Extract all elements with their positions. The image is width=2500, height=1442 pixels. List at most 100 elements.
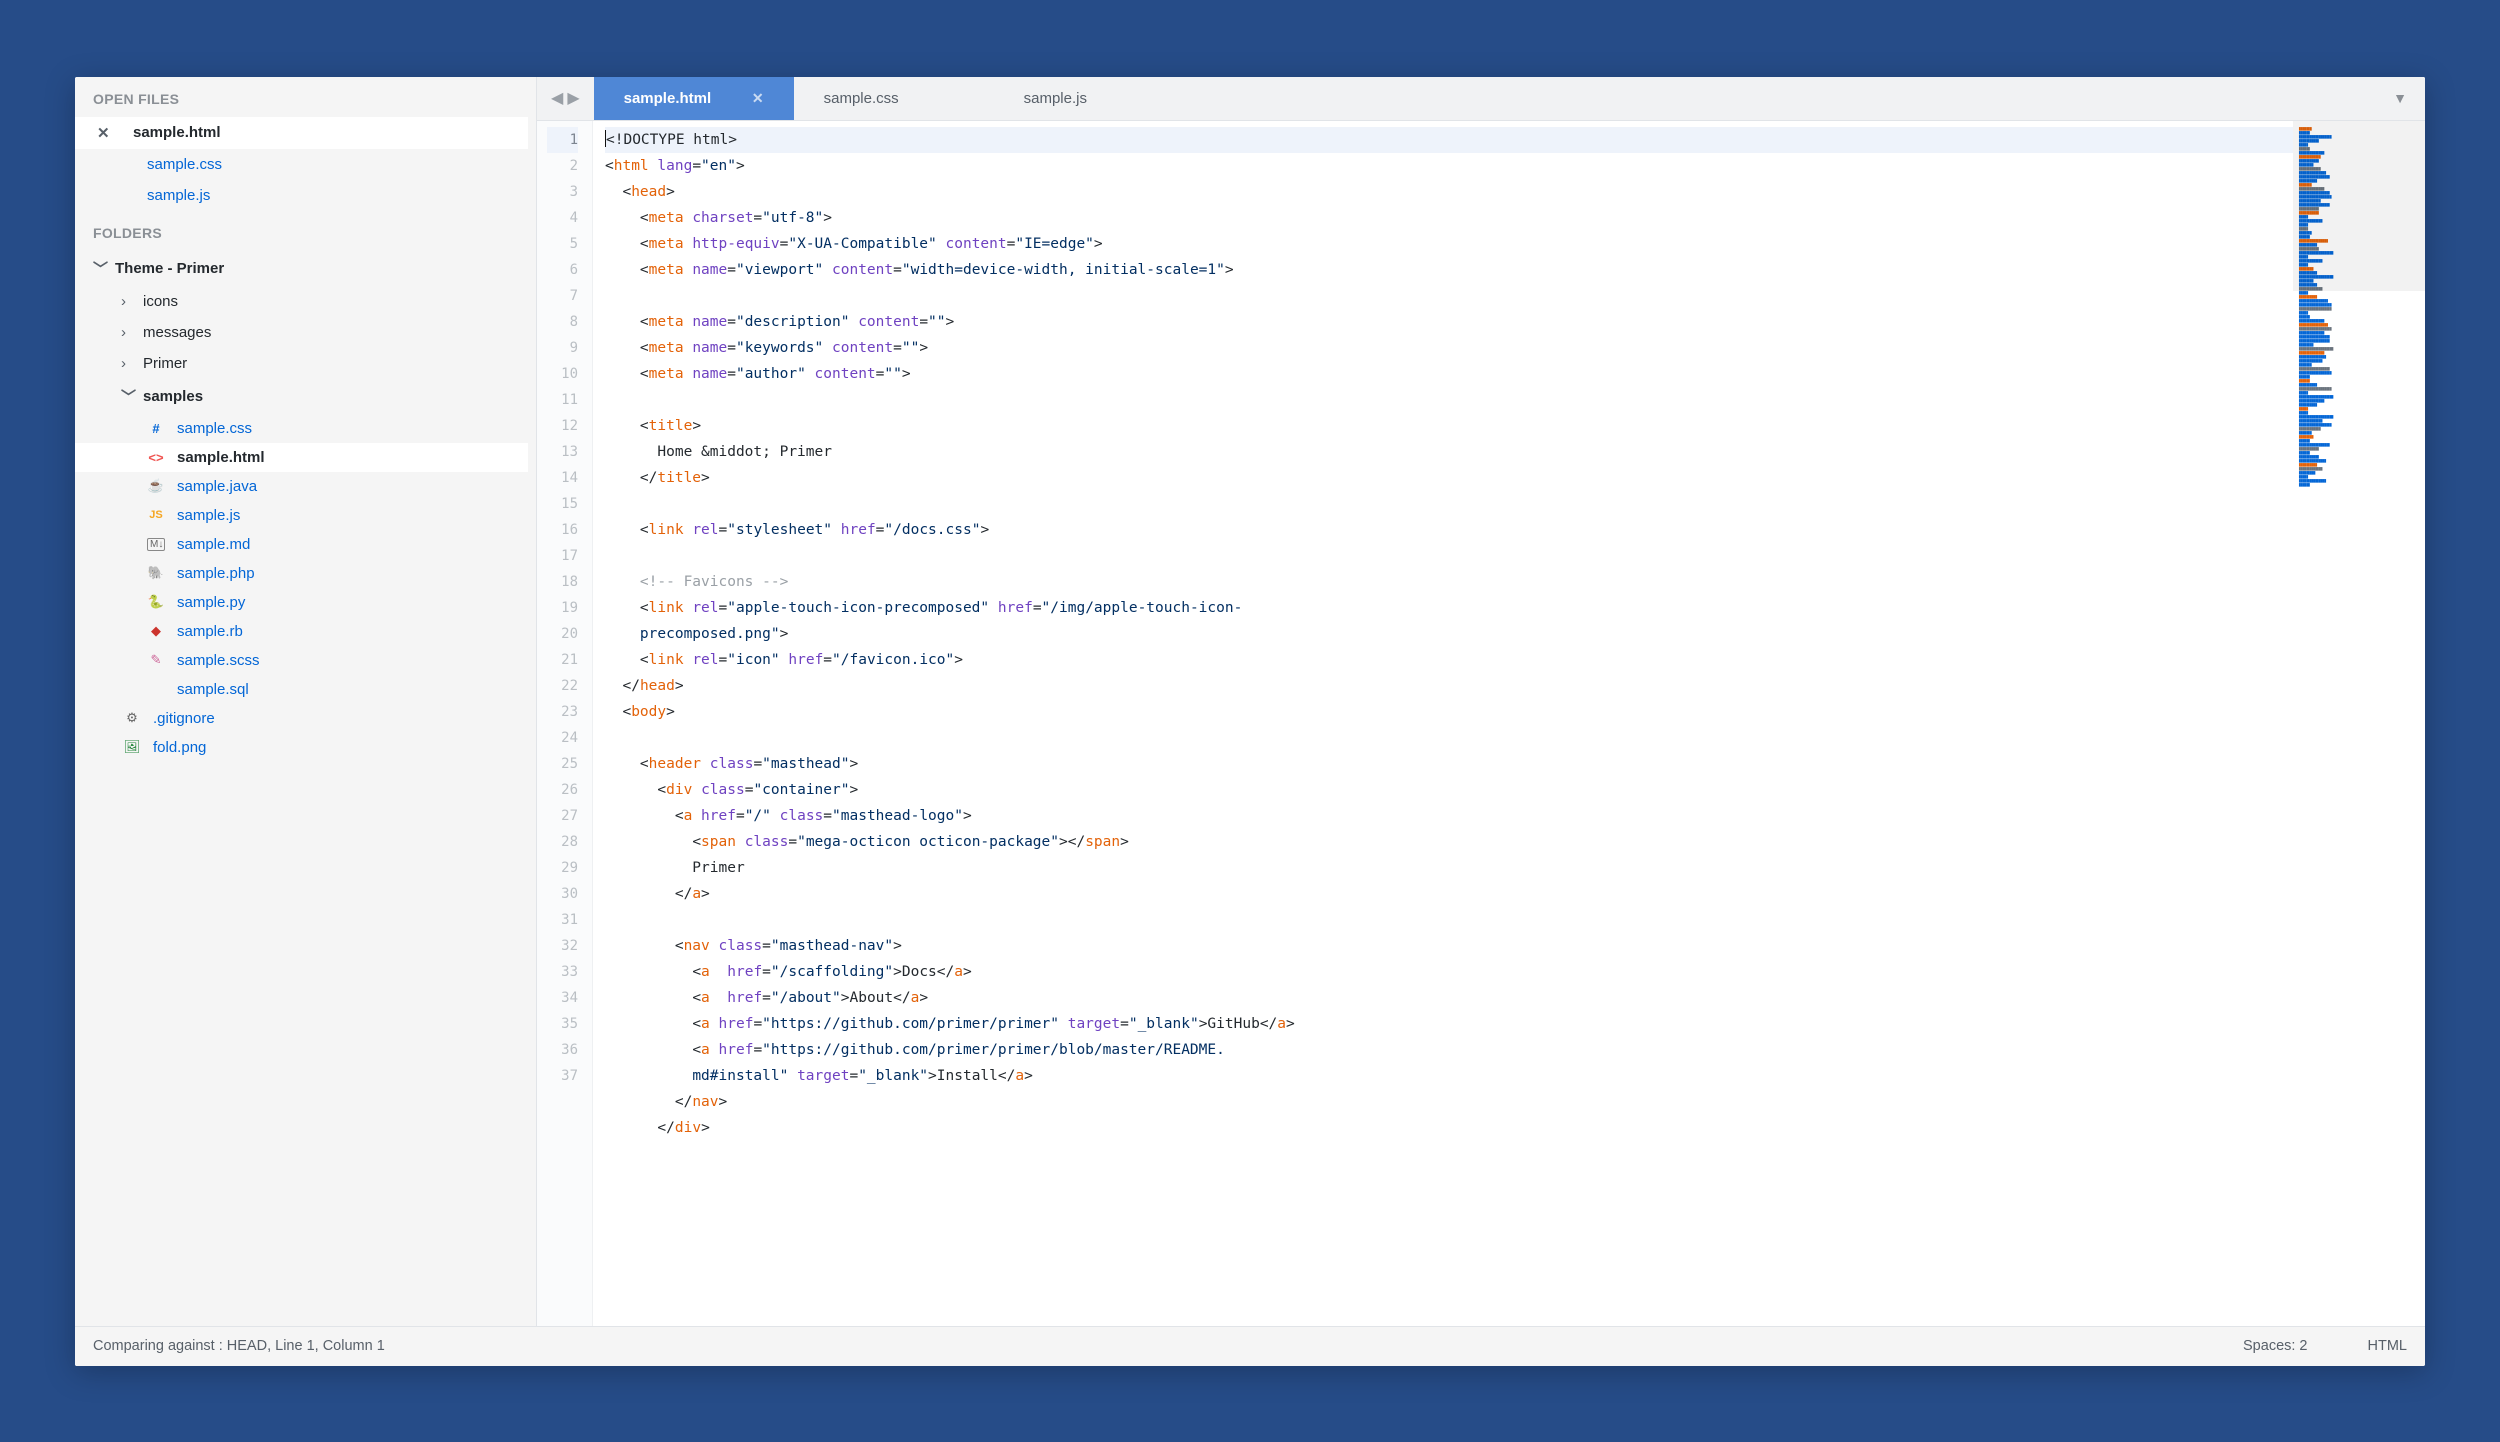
- tab-nav-arrows: ◀ ▶: [537, 88, 594, 108]
- file-item[interactable]: ☕sample.java: [75, 472, 528, 501]
- code-line[interactable]: md#install" target="_blank">Install</a>: [605, 1063, 2413, 1089]
- code-line[interactable]: [605, 387, 2413, 413]
- code-line[interactable]: <nav class="masthead-nav">: [605, 933, 2413, 959]
- file-item[interactable]: ⚙.gitignore: [75, 704, 528, 733]
- code-line[interactable]: Home &middot; Primer: [605, 439, 2413, 465]
- minimap-viewport[interactable]: [2293, 121, 2425, 291]
- folder-label: icons: [143, 293, 178, 310]
- file-item[interactable]: sample.sql: [75, 675, 528, 704]
- status-left[interactable]: Comparing against : HEAD, Line 1, Column…: [93, 1338, 385, 1354]
- md-file-icon: M↓: [147, 538, 165, 551]
- tab-bar: ◀ ▶ sample.html ✕ sample.css sample.js ▼: [537, 77, 2425, 121]
- code-line[interactable]: <link rel="apple-touch-icon-precomposed"…: [605, 595, 2413, 621]
- code-line[interactable]: <a href="https://github.com/primer/prime…: [605, 1011, 2413, 1037]
- code-line[interactable]: </a>: [605, 881, 2413, 907]
- code-line[interactable]: <a href="/" class="masthead-logo">: [605, 803, 2413, 829]
- close-icon[interactable]: ✕: [752, 90, 764, 107]
- editor-tab[interactable]: sample.js: [994, 77, 1194, 120]
- code-line[interactable]: <!-- Favicons -->: [605, 569, 2413, 595]
- code-line[interactable]: <!DOCTYPE html>: [605, 127, 2413, 153]
- code-content[interactable]: <!DOCTYPE html><html lang="en"> <head> <…: [593, 121, 2425, 1326]
- folder-item[interactable]: ›Primer: [75, 348, 528, 379]
- editor-window: OPEN FILES ✕ sample.html sample.css sample.…: [75, 77, 2425, 1366]
- code-area[interactable]: 1234567891011121314151617181920212223242…: [537, 121, 2425, 1326]
- gear-file-icon: ⚙: [123, 710, 141, 726]
- status-language[interactable]: HTML: [2368, 1338, 2407, 1354]
- minimap[interactable]: ████████████████████████████████████████…: [2293, 121, 2425, 1326]
- code-line[interactable]: <div class="container">: [605, 777, 2413, 803]
- css-file-icon: #: [147, 421, 165, 436]
- code-line[interactable]: <a href="/about">About</a>: [605, 985, 2413, 1011]
- code-line[interactable]: <span class="mega-octicon octicon-packag…: [605, 829, 2413, 855]
- folder-item[interactable]: ﹀samples: [75, 379, 528, 414]
- nav-forward-icon[interactable]: ▶: [567, 88, 579, 108]
- editor-tab[interactable]: sample.html ✕: [594, 77, 794, 120]
- tab-label: sample.css: [824, 90, 899, 107]
- code-line[interactable]: Primer: [605, 855, 2413, 881]
- file-item[interactable]: 🐍sample.py: [75, 588, 528, 617]
- open-file-item[interactable]: sample.js: [75, 180, 528, 211]
- open-file-item[interactable]: ✕ sample.html: [75, 117, 528, 149]
- file-item[interactable]: #sample.css: [75, 414, 528, 443]
- file-label: sample.js: [177, 507, 240, 524]
- code-line[interactable]: <link rel="stylesheet" href="/docs.css">: [605, 517, 2413, 543]
- status-bar: Comparing against : HEAD, Line 1, Column…: [75, 1326, 2425, 1366]
- file-item[interactable]: JS sample.js: [75, 501, 528, 530]
- code-line[interactable]: [605, 283, 2413, 309]
- file-item[interactable]: 🐘sample.php: [75, 559, 528, 588]
- folder-label: Theme - Primer: [115, 260, 224, 277]
- code-line[interactable]: <head>: [605, 179, 2413, 205]
- code-line[interactable]: <a href="https://github.com/primer/prime…: [605, 1037, 2413, 1063]
- file-item[interactable]: ◆sample.rb: [75, 617, 528, 646]
- code-line[interactable]: </head>: [605, 673, 2413, 699]
- code-line[interactable]: <a href="/scaffolding">Docs</a>: [605, 959, 2413, 985]
- code-line[interactable]: <meta name="author" content="">: [605, 361, 2413, 387]
- code-line[interactable]: <meta charset="utf-8">: [605, 205, 2413, 231]
- folder-item[interactable]: ›messages: [75, 317, 528, 348]
- nav-back-icon[interactable]: ◀: [551, 88, 563, 108]
- code-line[interactable]: [605, 543, 2413, 569]
- code-line[interactable]: </title>: [605, 465, 2413, 491]
- code-line[interactable]: </div>: [605, 1115, 2413, 1141]
- code-line[interactable]: <html lang="en">: [605, 153, 2413, 179]
- chevron-right-icon: ›: [121, 355, 135, 372]
- file-label: sample.html: [177, 449, 265, 466]
- js-file-icon: JS: [147, 509, 165, 521]
- code-line[interactable]: <link rel="icon" href="/favicon.ico">: [605, 647, 2413, 673]
- code-line[interactable]: </nav>: [605, 1089, 2413, 1115]
- close-icon[interactable]: ✕: [97, 124, 113, 142]
- html-file-icon: <>: [147, 450, 165, 465]
- code-line[interactable]: <title>: [605, 413, 2413, 439]
- open-files-header: OPEN FILES: [75, 77, 528, 117]
- file-label: sample.php: [177, 565, 255, 582]
- tab-overflow-icon[interactable]: ▼: [2375, 90, 2425, 106]
- code-line[interactable]: [605, 725, 2413, 751]
- code-line[interactable]: [605, 491, 2413, 517]
- open-file-label: sample.html: [133, 124, 221, 141]
- editor-pane: ◀ ▶ sample.html ✕ sample.css sample.js ▼ 12…: [537, 77, 2425, 1326]
- code-line[interactable]: [605, 907, 2413, 933]
- code-line[interactable]: <meta name="viewport" content="width=dev…: [605, 257, 2413, 283]
- code-line[interactable]: <header class="masthead">: [605, 751, 2413, 777]
- file-item[interactable]: ✎sample.scss: [75, 646, 528, 675]
- file-label: sample.md: [177, 536, 250, 553]
- file-label: sample.java: [177, 478, 257, 495]
- folder-root[interactable]: ﹀ Theme - Primer: [75, 251, 528, 286]
- code-line[interactable]: <meta name="description" content="">: [605, 309, 2413, 335]
- editor-tab[interactable]: sample.css: [794, 77, 994, 120]
- file-item[interactable]: 🖼fold.png: [75, 733, 528, 762]
- file-item[interactable]: M↓ sample.md: [75, 530, 528, 559]
- chevron-right-icon: ›: [121, 293, 135, 310]
- open-file-label: sample.js: [147, 187, 210, 204]
- folder-item[interactable]: › icons: [75, 286, 528, 317]
- code-line[interactable]: precomposed.png">: [605, 621, 2413, 647]
- code-line[interactable]: <body>: [605, 699, 2413, 725]
- sidebar: OPEN FILES ✕ sample.html sample.css sample.…: [75, 77, 537, 1326]
- open-file-label: sample.css: [147, 156, 222, 173]
- open-file-item[interactable]: sample.css: [75, 149, 528, 180]
- code-line[interactable]: <meta http-equiv="X-UA-Compatible" conte…: [605, 231, 2413, 257]
- status-spaces[interactable]: Spaces: 2: [2243, 1338, 2308, 1354]
- tab-label: sample.html: [624, 90, 712, 107]
- file-item[interactable]: <> sample.html: [75, 443, 528, 472]
- code-line[interactable]: <meta name="keywords" content="">: [605, 335, 2413, 361]
